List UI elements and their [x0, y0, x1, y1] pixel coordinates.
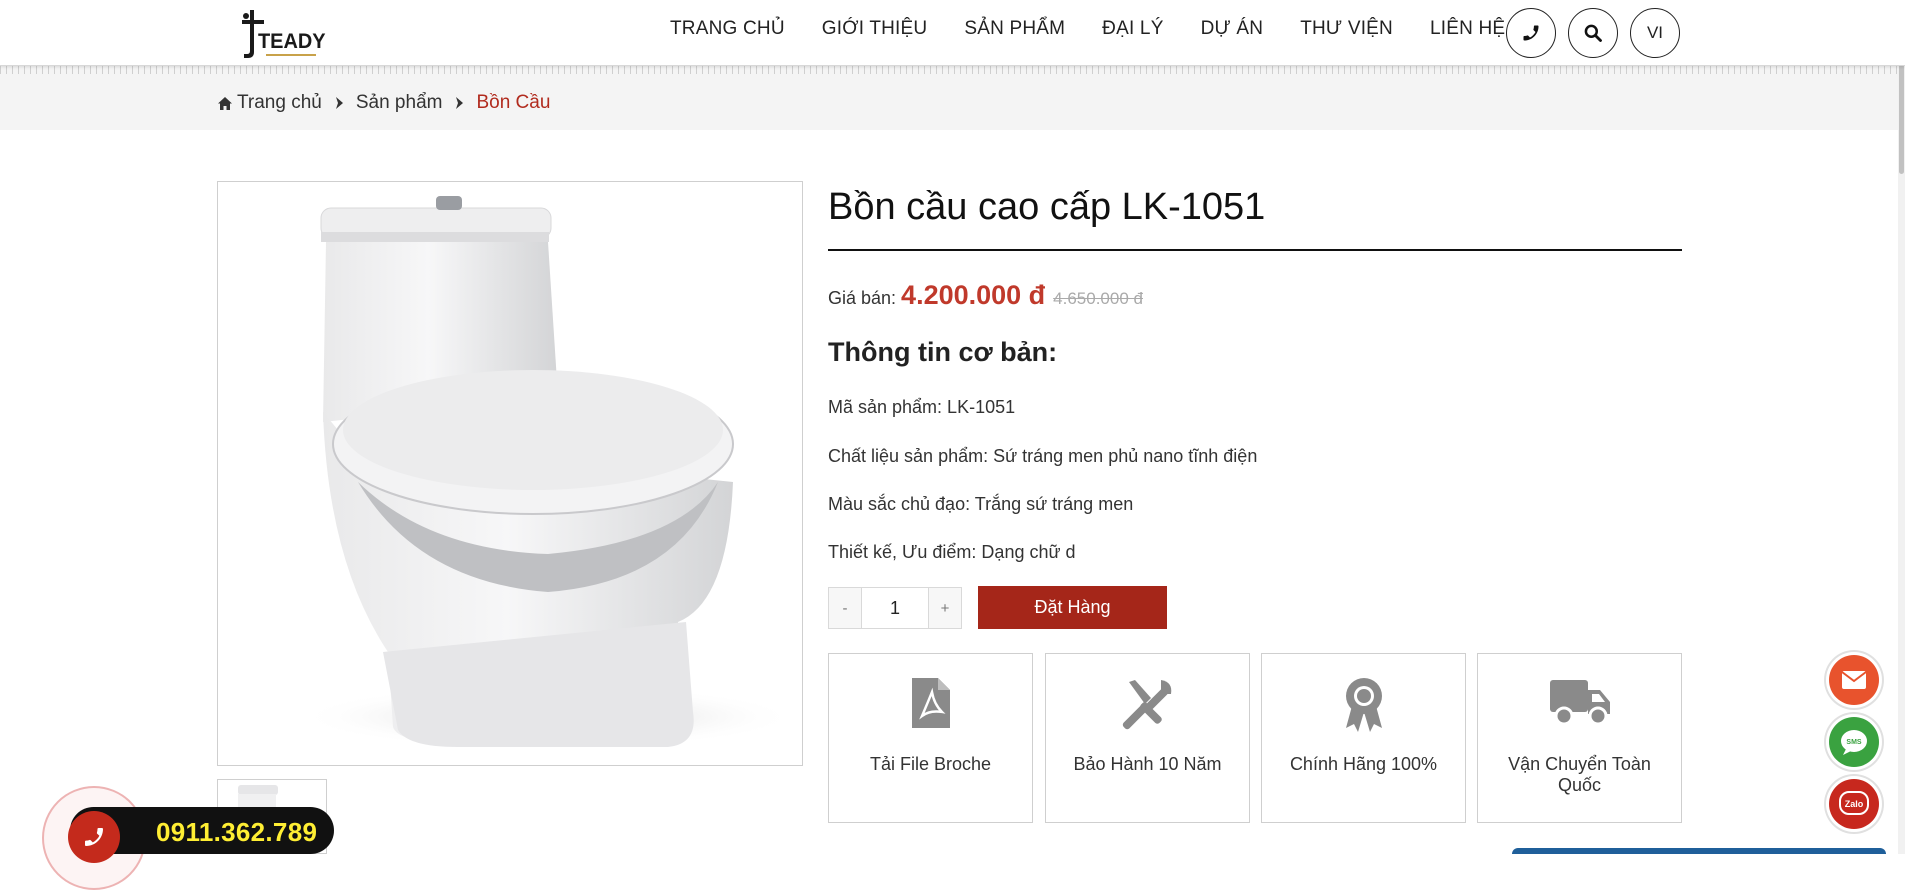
- logo-wordmark: TEADY: [258, 30, 326, 53]
- feature-shipping[interactable]: Vận Chuyển Toàn Quốc: [1477, 653, 1682, 823]
- product-title: Bồn cầu cao cấp LK-1051: [828, 186, 1266, 228]
- sms-icon-label: SMS: [1846, 739, 1862, 746]
- page-scrollbar[interactable]: [1898, 0, 1905, 854]
- logo-underline: [266, 54, 316, 56]
- basic-info-heading: Thông tin cơ bản:: [828, 337, 1058, 367]
- spec-design: Thiết kế, Ưu điểm: Dạng chữ d: [828, 542, 1076, 562]
- breadcrumb: Trang chủ Sản phẩm Bồn Cầu: [217, 92, 550, 114]
- main-nav: TRANG CHỦ GIỚI THIỆU SẢN PHẨM ĐẠI LÝ DỰ …: [670, 18, 1542, 40]
- feature-brochure-label: Tải File Broche: [869, 754, 992, 774]
- header-search-button[interactable]: [1568, 8, 1618, 58]
- price-row: Giá bán: 4.200.000 đ 4.650.000 đ: [828, 280, 1143, 311]
- truck-icon: [1549, 680, 1610, 726]
- language-switcher[interactable]: VI: [1630, 8, 1680, 58]
- language-label: VI: [1646, 23, 1664, 42]
- search-icon: [1584, 24, 1602, 42]
- quantity-increase-button[interactable]: +: [929, 588, 961, 628]
- breadcrumb-products[interactable]: Sản phẩm: [356, 92, 443, 114]
- price-label: Giá bán:: [828, 288, 897, 308]
- spec-material: Chất liệu sản phẩm: Sứ tráng men phủ nan…: [828, 446, 1258, 466]
- phone-icon: [85, 828, 103, 846]
- site-header: TEADY TRANG CHỦ GIỚI THIỆU SẢN PHẨM ĐẠI …: [0, 0, 1905, 66]
- phone-icon: [1523, 25, 1539, 41]
- feature-genuine-label: Chính Hãng 100%: [1289, 754, 1438, 774]
- nav-item-products[interactable]: SẢN PHẨM: [964, 18, 1065, 40]
- spec-product-code: Mã sản phẩm: LK-1051: [828, 397, 1016, 417]
- zalo-icon: Zalo: [1839, 791, 1869, 815]
- breadcrumb-home[interactable]: Trang chủ: [237, 92, 322, 114]
- nav-item-contact[interactable]: LIÊN HỆ: [1430, 18, 1505, 40]
- nav-item-home[interactable]: TRANG CHỦ: [670, 18, 785, 40]
- spec-color: Màu sắc chủ đạo: Trắng sứ tráng men: [828, 494, 1134, 514]
- email-icon: [1841, 671, 1867, 689]
- nav-item-projects[interactable]: DỰ ÁN: [1201, 18, 1264, 40]
- float-sms-button[interactable]: SMS: [1829, 717, 1879, 767]
- quantity-stepper: - 1 +: [828, 587, 962, 629]
- scrollbar-thumb[interactable]: [1899, 64, 1904, 174]
- breadcrumb-separator-icon: [334, 96, 344, 110]
- price-current: 4.200.000 đ: [901, 280, 1046, 310]
- feature-warranty[interactable]: Bảo Hành 10 Năm: [1045, 653, 1250, 823]
- nav-item-about[interactable]: GIỚI THIỆU: [822, 18, 928, 40]
- tools-icon: [1122, 680, 1171, 730]
- hotline-phone-button[interactable]: [68, 811, 120, 863]
- toilet-image: [298, 196, 798, 749]
- nav-item-dealers[interactable]: ĐẠI LÝ: [1102, 18, 1163, 40]
- quantity-input[interactable]: 1: [861, 588, 929, 628]
- quantity-decrease-button[interactable]: -: [829, 588, 861, 628]
- feature-warranty-label: Bảo Hành 10 Năm: [1073, 754, 1222, 774]
- breadcrumb-separator-icon: [454, 96, 464, 110]
- bottom-panel-edge: [1512, 848, 1886, 854]
- price-original: 4.650.000 đ: [1053, 289, 1143, 308]
- sms-icon: SMS: [1841, 730, 1867, 755]
- feature-brochure[interactable]: Tải File Broche: [828, 653, 1033, 823]
- breadcrumb-current: Bồn Cầu: [476, 92, 551, 113]
- zalo-icon-label: Zalo: [1845, 799, 1864, 809]
- header-phone-button[interactable]: [1506, 8, 1556, 58]
- nav-item-library[interactable]: THƯ VIỆN: [1300, 18, 1393, 40]
- title-divider: [828, 249, 1682, 251]
- float-zalo-button[interactable]: Zalo: [1829, 779, 1879, 829]
- award-icon: [1345, 678, 1382, 732]
- site-logo[interactable]: TEADY: [240, 8, 326, 60]
- product-main-image[interactable]: [217, 181, 803, 766]
- order-button[interactable]: Đặt Hàng: [978, 586, 1167, 629]
- feature-shipping-label: Vận Chuyển Toàn Quốc: [1508, 754, 1651, 795]
- feature-genuine[interactable]: Chính Hãng 100%: [1261, 653, 1466, 823]
- pdf-file-icon: [911, 678, 950, 728]
- home-icon: [218, 96, 232, 110]
- decorative-ruler: [0, 66, 1905, 82]
- hotline-number: 0911.362.789: [156, 817, 318, 847]
- float-email-button[interactable]: [1829, 655, 1879, 705]
